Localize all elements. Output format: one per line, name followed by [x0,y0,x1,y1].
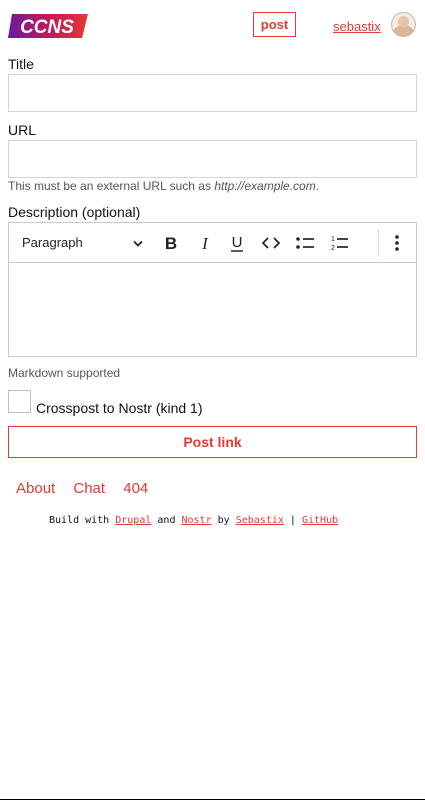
url-help-suffix: . [315,179,320,193]
toolbar-separator [378,229,379,257]
post-button[interactable]: post [253,12,296,37]
block-format-value: Paragraph [22,235,83,250]
footer-link-chat[interactable]: Chat [73,480,105,497]
bold-button[interactable]: B [160,232,182,254]
crosspost-label[interactable]: Crosspost to Nostr (kind 1) [36,400,203,416]
footer-nav: About Chat 404 [16,480,162,497]
more-vertical-icon [395,235,399,251]
footer-link-404[interactable]: 404 [123,480,148,497]
post-link-button[interactable]: Post link [8,426,417,458]
credits-and: and [157,515,176,526]
site-header: CCNS post sebastix [0,0,425,52]
numbered-list-icon: 1 2 [331,236,348,252]
bold-icon: B [165,234,177,253]
svg-text:B: B [165,234,177,253]
site-logo[interactable]: CCNS [8,11,90,41]
url-label: URL [8,122,37,138]
markdown-note: Markdown supported [8,366,121,380]
user-profile-link[interactable]: sebastix [333,19,381,34]
url-input[interactable] [8,140,417,178]
svg-text:CCNS: CCNS [20,17,74,38]
url-help-example: http://example.com [214,179,316,193]
code-icon [261,237,281,249]
credits-by: by [217,515,230,526]
svg-text:U: U [232,234,243,251]
credits-separator: | [289,515,296,526]
code-button[interactable] [260,232,282,254]
block-format-select[interactable]: Paragraph [22,235,143,250]
bulleted-list-icon [296,237,314,249]
svg-text:2: 2 [331,245,335,252]
bulleted-list-button[interactable] [294,232,316,254]
description-label: Description (optional) [8,204,141,220]
rich-text-editor: Paragraph B I U 1 2 [8,222,417,357]
credits-build-with: Build with [49,515,110,526]
title-input[interactable] [8,74,417,112]
underline-icon: U [231,234,243,252]
drupal-link[interactable]: Drupal [115,515,151,526]
editor-toolbar: Paragraph B I U 1 2 [9,223,416,263]
avatar[interactable] [391,12,416,37]
sebastix-link[interactable]: Sebastix [236,515,284,526]
footer-link-about[interactable]: About [16,480,55,497]
underline-button[interactable]: U [226,232,248,254]
url-help-prefix: This must be an external URL such as [8,179,215,193]
italic-icon: I [201,234,209,253]
more-options-button[interactable] [386,232,408,254]
nostr-link[interactable]: Nostr [182,515,212,526]
url-help-text: This must be an external URL such as htt… [8,179,319,193]
numbered-list-button[interactable]: 1 2 [328,232,350,254]
github-link[interactable]: GitHub [302,515,338,526]
footer-credits: Build with Drupal and Nostr by Sebastix … [49,515,338,526]
logo-graphic: CCNS [8,14,88,38]
svg-text:I: I [201,234,209,253]
italic-button[interactable]: I [194,232,216,254]
chevron-down-icon [133,240,143,247]
svg-text:1: 1 [331,236,335,243]
crosspost-checkbox[interactable] [8,390,31,413]
editor-content-area[interactable] [9,263,416,356]
title-label: Title [8,56,34,72]
